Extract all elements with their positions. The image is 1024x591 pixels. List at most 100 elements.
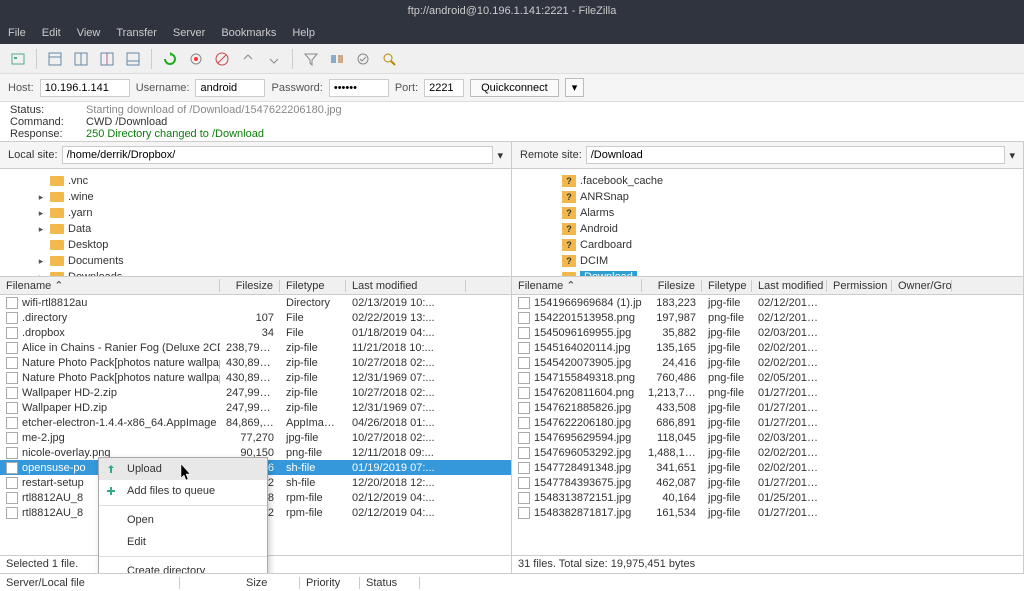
file-row[interactable]: Nature Photo Pack[photos nature wallpape… — [0, 355, 511, 370]
toggle-log-icon[interactable] — [47, 51, 63, 67]
file-row[interactable]: .dropbox34File01/18/2019 04:... — [0, 325, 511, 340]
sync-browse-icon[interactable] — [355, 51, 371, 67]
col-filetype[interactable]: Filetype — [280, 280, 346, 292]
tree-item[interactable]: .vnc — [0, 173, 511, 189]
file-row[interactable]: 1541966969684 (1).jpg183,223jpg-file02/1… — [512, 295, 1023, 310]
host-input[interactable] — [40, 79, 130, 97]
menu-server[interactable]: Server — [173, 27, 205, 39]
tree-item[interactable]: ?Alarms — [512, 205, 1023, 221]
col-modified[interactable]: Last modified — [346, 280, 466, 292]
col-filesize[interactable]: Filesize — [642, 280, 702, 292]
file-row[interactable]: 1548382871817.jpg161,534jpg-file01/27/20… — [512, 505, 1023, 520]
context-open[interactable]: Open — [99, 509, 267, 531]
file-row[interactable]: 1548313872151.jpg40,164jpg-file01/25/201… — [512, 490, 1023, 505]
cancel-icon[interactable] — [214, 51, 230, 67]
port-input[interactable] — [424, 79, 464, 97]
menu-edit[interactable]: Edit — [42, 27, 61, 39]
file-row[interactable]: 1547620811604.png1,213,770png-file01/27/… — [512, 385, 1023, 400]
file-row[interactable]: Wallpaper HD-2.zip247,995,...zip-file10/… — [0, 385, 511, 400]
file-row[interactable]: 1547621885826.jpg433,508jpg-file01/27/20… — [512, 400, 1023, 415]
toggle-queue-icon[interactable] — [125, 51, 141, 67]
reconnect-icon[interactable] — [266, 51, 282, 67]
quickconnect-bar: Host: Username: Password: Port: Quickcon… — [0, 74, 1024, 102]
file-row[interactable]: Nature Photo Pack[photos nature wallpape… — [0, 370, 511, 385]
queue-col-status[interactable]: Status — [360, 577, 420, 589]
context-edit[interactable]: Edit — [99, 531, 267, 553]
remote-site-input[interactable] — [586, 146, 1006, 164]
disconnect-icon[interactable] — [240, 51, 256, 67]
tree-item[interactable]: ?Cardboard — [512, 237, 1023, 253]
menu-transfer[interactable]: Transfer — [116, 27, 157, 39]
tree-item[interactable]: ▸.yarn — [0, 205, 511, 221]
file-lists: Filename ⌃ Filesize Filetype Last modifi… — [0, 277, 1024, 573]
context-create-dir[interactable]: Create directory — [99, 560, 267, 573]
file-row[interactable]: 1547784393675.jpg462,087jpg-file01/27/20… — [512, 475, 1023, 490]
quickconnect-button[interactable]: Quickconnect — [470, 79, 559, 97]
menu-view[interactable]: View — [77, 27, 101, 39]
tree-item[interactable]: ?DCIM — [512, 253, 1023, 269]
file-row[interactable]: 1547622206180.jpg686,891jpg-file01/27/20… — [512, 415, 1023, 430]
remote-status: 31 files. Total size: 19,975,451 bytes — [512, 555, 1023, 573]
remote-site-dropdown-icon[interactable]: ▾ — [1009, 149, 1015, 162]
tree-item[interactable]: Desktop — [0, 237, 511, 253]
col-filesize[interactable]: Filesize — [220, 280, 280, 292]
filter-icon[interactable] — [303, 51, 319, 67]
queue-col-size[interactable]: Size — [240, 577, 300, 589]
col-permission[interactable]: Permission — [827, 280, 892, 292]
local-tree[interactable]: .vnc▸.wine▸.yarn▸DataDesktop▸Documents▸D… — [0, 169, 512, 276]
quickconnect-dropdown[interactable]: ▾ — [565, 78, 585, 97]
tree-item[interactable]: Download — [512, 269, 1023, 276]
file-row[interactable]: 1545164020114.jpg135,165jpg-file02/02/20… — [512, 340, 1023, 355]
log-line: CWD /Download — [86, 116, 167, 128]
queue-col-file[interactable]: Server/Local file — [0, 577, 180, 589]
password-input[interactable] — [329, 79, 389, 97]
site-path-bar: Local site: ▾ Remote site: ▾ — [0, 142, 1024, 169]
file-row[interactable]: Alice in Chains - Ranier Fog (Deluxe 2CD… — [0, 340, 511, 355]
context-upload[interactable]: Upload — [99, 458, 267, 480]
password-label: Password: — [271, 82, 322, 94]
file-row[interactable]: .directory107File02/22/2019 13:... — [0, 310, 511, 325]
toggle-tree-icon[interactable] — [73, 51, 89, 67]
tree-item[interactable]: ▸Downloads — [0, 269, 511, 276]
tree-item[interactable]: ▸Documents — [0, 253, 511, 269]
file-row[interactable]: Wallpaper HD.zip247,995,...zip-file12/31… — [0, 400, 511, 415]
username-label: Username: — [136, 82, 190, 94]
file-row[interactable]: 1547695629594.jpg118,045jpg-file02/03/20… — [512, 430, 1023, 445]
file-row[interactable]: 1545420073905.jpg24,416jpg-file02/02/201… — [512, 355, 1023, 370]
username-input[interactable] — [195, 79, 265, 97]
process-queue-icon[interactable] — [188, 51, 204, 67]
search-icon[interactable] — [381, 51, 397, 67]
refresh-icon[interactable] — [162, 51, 178, 67]
col-modified[interactable]: Last modified — [752, 280, 827, 292]
file-row[interactable]: 1542201513958.png197,987png-file02/12/20… — [512, 310, 1023, 325]
tree-item[interactable]: ?Android — [512, 221, 1023, 237]
toolbar — [0, 44, 1024, 74]
remote-tree[interactable]: ?.facebook_cache?ANRSnap?Alarms?Android?… — [512, 169, 1024, 276]
tree-item[interactable]: ?.facebook_cache — [512, 173, 1023, 189]
file-row[interactable]: 1547155849318.png760,486png-file02/05/20… — [512, 370, 1023, 385]
col-owner[interactable]: Owner/Grou — [892, 280, 952, 292]
file-row[interactable]: 1547696053292.jpg1,488,196jpg-file02/02/… — [512, 445, 1023, 460]
col-filename[interactable]: Filename ⌃ — [0, 279, 220, 292]
file-row[interactable]: etcher-electron-1.4.4-x86_64.AppImage84,… — [0, 415, 511, 430]
tree-item[interactable]: ▸Data — [0, 221, 511, 237]
tree-item[interactable]: ▸.wine — [0, 189, 511, 205]
col-filename[interactable]: Filename ⌃ — [512, 279, 642, 292]
context-add-queue[interactable]: Add files to queue — [99, 480, 267, 502]
menu-bookmarks[interactable]: Bookmarks — [221, 27, 276, 39]
file-row[interactable]: 1545096169955.jpg35,882jpg-file02/03/201… — [512, 325, 1023, 340]
local-site-input[interactable] — [62, 146, 494, 164]
tree-item[interactable]: ?ANRSnap — [512, 189, 1023, 205]
file-row[interactable]: 1547728491348.jpg341,651jpg-file02/02/20… — [512, 460, 1023, 475]
compare-icon[interactable] — [329, 51, 345, 67]
file-row[interactable]: me-2.jpg77,270jpg-file10/27/2018 02:... — [0, 430, 511, 445]
toggle-remote-tree-icon[interactable] — [99, 51, 115, 67]
queue-col-prio[interactable]: Priority — [300, 577, 360, 589]
col-filetype[interactable]: Filetype — [702, 280, 752, 292]
local-site-dropdown-icon[interactable]: ▾ — [497, 149, 503, 162]
transfer-queue-header: Server/Local file Size Priority Status — [0, 573, 1024, 591]
site-manager-icon[interactable] — [10, 51, 26, 67]
menu-file[interactable]: File — [8, 27, 26, 39]
menu-help[interactable]: Help — [292, 27, 315, 39]
file-row[interactable]: wifi-rtl8812auDirectory02/13/2019 10:... — [0, 295, 511, 310]
